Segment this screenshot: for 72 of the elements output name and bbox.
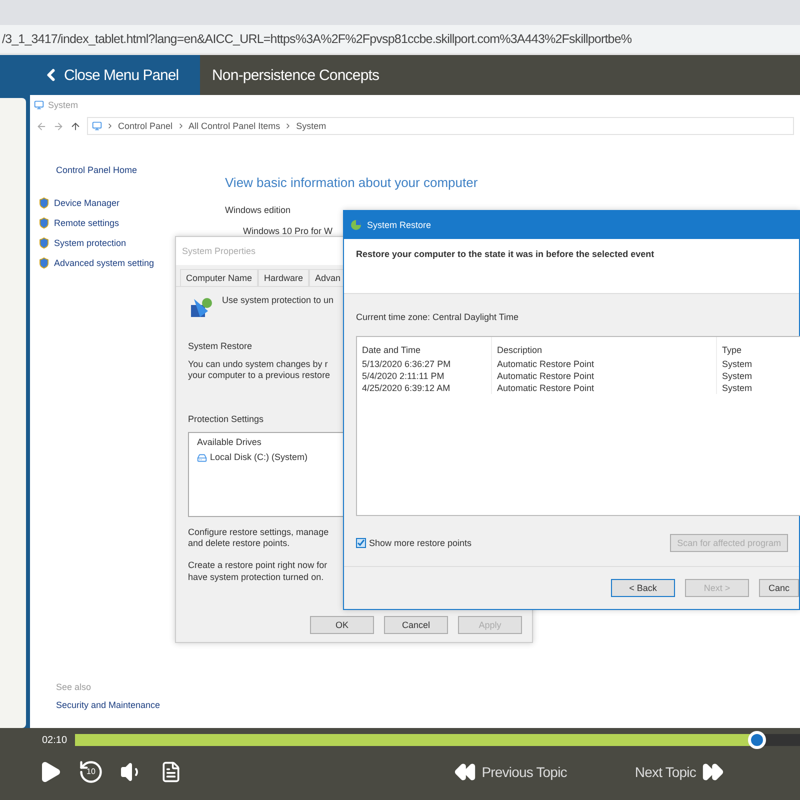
- window-title: System: [48, 100, 78, 110]
- previous-topic-button[interactable]: Previous Topic: [448, 760, 573, 784]
- shield-icon: [38, 257, 50, 269]
- table-cell[interactable]: Automatic Restore Point: [492, 382, 717, 394]
- shield-icon: [38, 237, 50, 249]
- breadcrumb-item[interactable]: Control Panel: [118, 121, 173, 131]
- dialog-button[interactable]: Cancel: [384, 616, 448, 634]
- dialog-heading: Restore your computer to the state it was in before the selected event: [356, 249, 654, 259]
- close-menu-button[interactable]: Close Menu Panel: [0, 55, 200, 95]
- table-cell[interactable]: 5/13/2020 6:36:27 PM: [357, 358, 492, 370]
- course-title: Non-persistence Concepts: [211, 66, 380, 84]
- restore-icon: [350, 219, 362, 231]
- progress-handle[interactable]: [748, 731, 766, 749]
- replay-button[interactable]: 10: [78, 759, 104, 785]
- dialog-button[interactable]: < Back: [611, 579, 675, 597]
- description-text: You can undo system changes by r: [188, 358, 328, 370]
- rewind-icon: [454, 761, 476, 783]
- dialog-tab[interactable]: Computer Name: [180, 269, 258, 286]
- breadcrumb-item[interactable]: System: [296, 121, 326, 131]
- table-cell[interactable]: System: [717, 370, 800, 382]
- checkmark-icon: [357, 538, 365, 547]
- description-text: your computer to a previous restore: [188, 370, 330, 382]
- address-bar[interactable]: /3_1_3417/index_tablet.html?lang=en&AICC_URL=https%3A%2F%2Fpvsp81ccbe.skillport.com%3A443%2Fskillportbe%: [0, 25, 800, 55]
- dialog-button[interactable]: Canc: [759, 579, 799, 597]
- dialog-title: System Restore: [367, 220, 432, 230]
- up-icon[interactable]: [70, 120, 81, 132]
- show-more-checkbox[interactable]: Show more restore points: [356, 538, 472, 548]
- group-label: Protection Settings: [188, 414, 264, 426]
- column-header[interactable]: Date and Time: [357, 336, 492, 358]
- shield-icon: [38, 217, 50, 229]
- settings-link[interactable]: Device Manager: [38, 197, 154, 209]
- progress-track[interactable]: [75, 734, 800, 746]
- timezone-text: Current time zone: Central Daylight Time: [356, 312, 519, 324]
- fast-forward-icon: [702, 761, 724, 783]
- shield-icon: [38, 197, 50, 209]
- edition-text: Windows 10 Pro for W: [243, 226, 333, 236]
- monitor-icon: [34, 100, 44, 110]
- see-also-link[interactable]: Security and Maintenance: [56, 700, 160, 710]
- settings-link[interactable]: Advanced system setting: [38, 257, 154, 269]
- description-text: have system protection turned on.: [188, 572, 324, 584]
- table-cell[interactable]: Automatic Restore Point: [492, 358, 717, 370]
- drive-icon: [197, 453, 207, 464]
- control-panel-home-link[interactable]: Control Panel Home: [56, 165, 154, 175]
- breadcrumb-item[interactable]: All Control Panel Items: [188, 121, 280, 131]
- column-header[interactable]: Type: [717, 336, 800, 358]
- monitor-icon: [92, 121, 102, 131]
- column-header[interactable]: Description: [492, 336, 717, 358]
- dialog-button[interactable]: OK: [310, 616, 374, 634]
- page-heading: View basic information about your computer: [225, 175, 478, 190]
- description-text: Configure restore settings, manage: [188, 526, 329, 538]
- drive-item[interactable]: Local Disk (C:) (System): [197, 452, 308, 464]
- settings-link[interactable]: Remote settings: [38, 217, 154, 229]
- section-label: Windows edition: [225, 205, 291, 215]
- breadcrumb-bar[interactable]: Control Panel All Control Panel Items System: [87, 117, 794, 135]
- table-cell[interactable]: Automatic Restore Point: [492, 370, 717, 382]
- dialog-tab[interactable]: Hardware: [258, 269, 310, 286]
- table-cell[interactable]: System: [717, 358, 800, 370]
- next-topic-button[interactable]: Next Topic: [628, 760, 730, 784]
- group-label: System Restore: [188, 341, 252, 353]
- table-cell[interactable]: 4/25/2020 6:39:12 AM: [357, 382, 492, 394]
- description-text: and delete restore points.: [188, 538, 290, 550]
- dialog-title: System Properties: [182, 246, 256, 256]
- description-text: Create a restore point right now for: [188, 560, 328, 572]
- see-also-label: See also: [56, 682, 92, 692]
- table-cell[interactable]: 5/4/2020 2:11:11 PM: [357, 370, 492, 382]
- table-cell[interactable]: System: [717, 382, 800, 394]
- chevron-icon: [106, 122, 114, 130]
- elapsed-time: 02:10: [42, 734, 68, 746]
- column-header: Available Drives: [197, 436, 262, 448]
- intro-text: Use system protection to un: [222, 295, 334, 307]
- transcript-button[interactable]: [160, 761, 182, 783]
- settings-link[interactable]: System protection: [38, 237, 154, 249]
